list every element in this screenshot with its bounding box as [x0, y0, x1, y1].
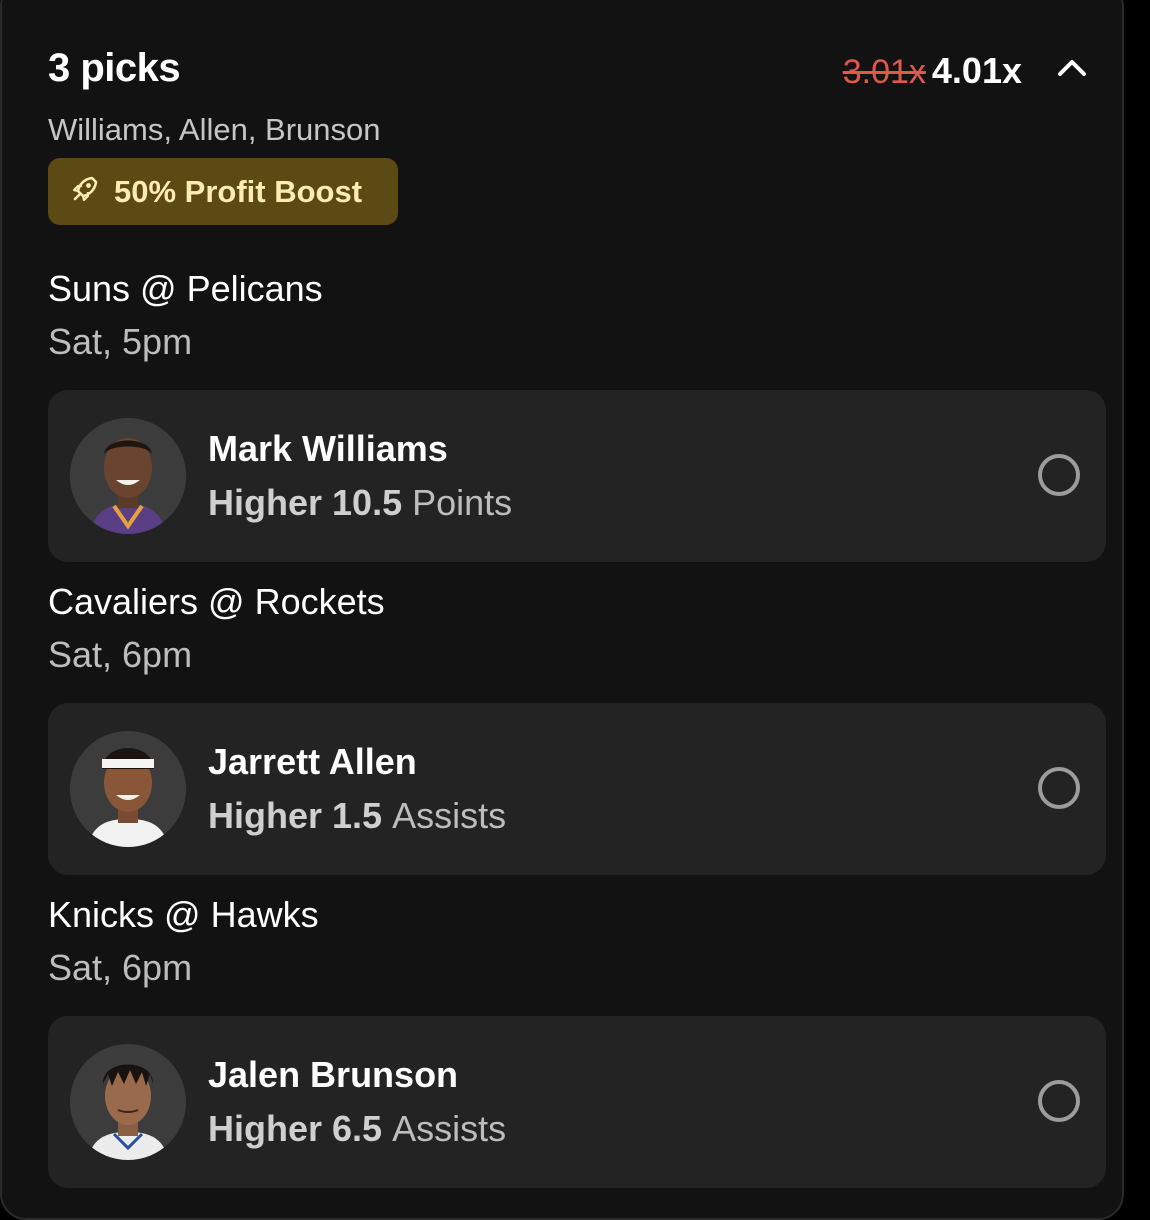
players-summary: Williams, Allen, Brunson — [48, 112, 381, 147]
pick-line: Higher 6.5 Assists — [208, 1108, 506, 1150]
pick-direction: Higher 10.5 — [208, 482, 403, 523]
pick-direction: Higher 1.5 — [208, 795, 383, 836]
multiplier: 3.01x 4.01x — [843, 50, 1022, 92]
pick-stat: Assists — [392, 1108, 507, 1149]
profit-boost-label: 50% Profit Boost — [114, 173, 363, 209]
pick-stat: Assists — [392, 795, 507, 836]
chevron-up-icon[interactable] — [1052, 52, 1092, 82]
player-name: Jarrett Allen — [208, 741, 417, 782]
game-time: Sat, 5pm — [48, 321, 193, 362]
pick-card[interactable]: Mark Williams Higher 10.5 Points — [48, 390, 1106, 562]
game-matchup: Suns @ Pelicans — [48, 268, 323, 309]
game-time: Sat, 6pm — [48, 634, 193, 675]
pick-card[interactable]: Jalen Brunson Higher 6.5 Assists — [48, 1016, 1106, 1188]
game-matchup: Cavaliers @ Rockets — [48, 581, 385, 622]
select-radio[interactable] — [1038, 1080, 1080, 1122]
select-radio[interactable] — [1038, 454, 1080, 496]
picks-title: 3 picks — [48, 46, 181, 90]
old-multiplier: 3.01x — [842, 53, 926, 91]
player-name: Mark Williams — [208, 428, 448, 469]
player-name: Jalen Brunson — [208, 1054, 459, 1095]
player-avatar — [70, 418, 186, 534]
picks-card: 3 picks 3.01x 4.01x Williams, Allen, Bru… — [0, 0, 1124, 1220]
pick-card[interactable]: Jarrett Allen Higher 1.5 Assists — [48, 703, 1106, 875]
new-multiplier: 4.01x — [931, 50, 1022, 91]
select-radio[interactable] — [1038, 767, 1080, 809]
rocket-icon — [70, 174, 100, 209]
player-avatar — [70, 1044, 186, 1160]
pick-direction: Higher 6.5 — [208, 1108, 383, 1149]
player-avatar — [70, 731, 186, 847]
profit-boost-badge: 50% Profit Boost — [48, 158, 398, 225]
game-matchup: Knicks @ Hawks — [48, 894, 319, 935]
pick-line: Higher 1.5 Assists — [208, 795, 506, 837]
pick-stat: Points — [412, 482, 513, 523]
pick-line: Higher 10.5 Points — [208, 482, 512, 524]
game-time: Sat, 6pm — [48, 947, 193, 988]
